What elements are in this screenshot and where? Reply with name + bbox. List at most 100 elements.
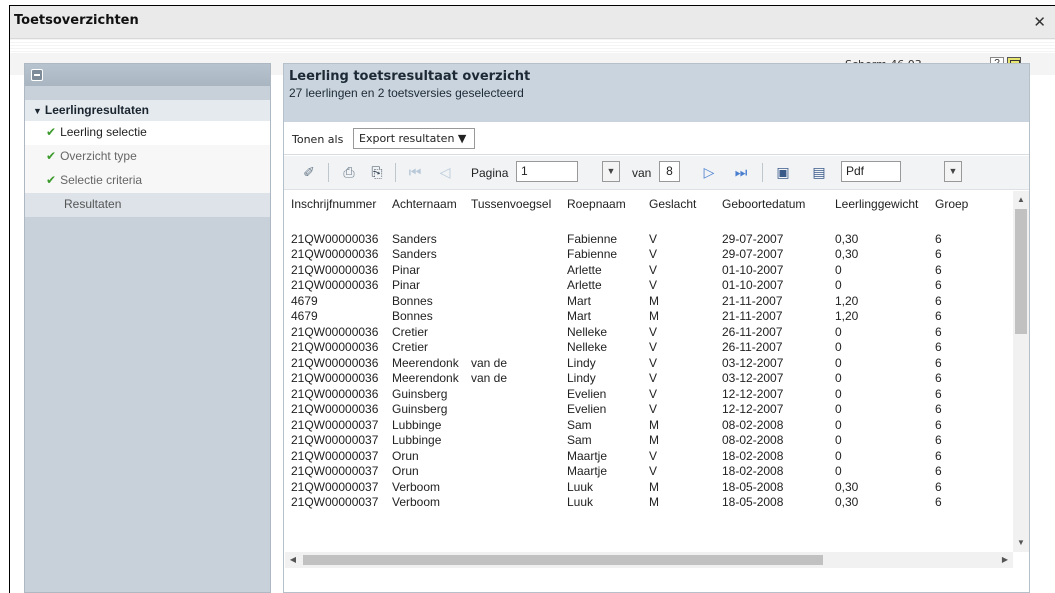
sidebar-section-leerlingresultaten[interactable]: ▼ Leerlingresultaten (25, 100, 270, 121)
toolbar-separator (328, 163, 329, 182)
table-row[interactable]: 21QW00000037 Orun Maartje V 18-02-2008 0 6 (285, 449, 985, 465)
report-toolbar: ✐ ⎙ ⎘ ⏮ ◁ Pagina 1 ▼ van 8 ▷ ⏭ ▣ ▤ Pdf ▼ (284, 156, 1029, 190)
table-row[interactable]: 21QW00000036 Cretier Nelleke V 26-11-2007 0 6 (285, 340, 985, 356)
table-cell: M (649, 495, 659, 510)
table-cell (471, 433, 567, 449)
table-cell (471, 480, 567, 496)
title-stripe (10, 39, 1055, 53)
table-cell (471, 325, 567, 341)
table-cell: Lindy (567, 371, 596, 386)
chevron-down-icon[interactable]: ▼ (944, 161, 962, 182)
column-header[interactable]: Geboortedatum (722, 191, 835, 216)
column-header[interactable]: Tussenvoegsel (471, 191, 567, 216)
collapse-icon[interactable] (31, 69, 43, 81)
table-cell: Fabienne (567, 247, 618, 262)
table-cell: Orun (392, 448, 419, 463)
table-cell: V (649, 464, 658, 479)
table-cell: 6 (935, 324, 942, 339)
sidebar-item-overzicht-type[interactable]: ✔ Overzicht type (25, 145, 270, 169)
table-cell: 0,30 (835, 479, 859, 494)
table-cell: V (649, 402, 658, 417)
table-cell: Verboom (392, 479, 441, 494)
table-row[interactable]: 21QW00000036 Guinsberg Evelien V 12-12-2007 0… (285, 387, 985, 403)
table-spacer-row (285, 216, 985, 232)
sidebar-item-selectie-criteria[interactable]: ✔ Selectie criteria (25, 169, 270, 193)
table-cell: V (649, 386, 658, 401)
table-row[interactable]: 21QW00000036 Sanders Fabienne V 29-07-2007 0,… (285, 247, 985, 263)
export-format-select[interactable]: Pdf (841, 161, 901, 182)
scroll-left-icon[interactable]: ◀ (285, 552, 301, 568)
table-row[interactable]: 21QW00000036 Meerendonk van de Lindy V 03-12-… (285, 371, 985, 387)
sidebar-item-leerling-selectie[interactable]: ✔ Leerling selectie (25, 121, 270, 145)
table-row[interactable]: 21QW00000036 Meerendonk van de Lindy V 03-12-… (285, 356, 985, 372)
table-row[interactable]: 4679 Bonnes Mart M 21-11-2007 1,20 6 (285, 294, 985, 310)
table-cell: 0 (835, 324, 842, 339)
table-cell: V (649, 231, 658, 246)
table-cell: Cretier (392, 340, 429, 355)
column-header[interactable]: Leerlinggewicht (835, 191, 935, 216)
vertical-scrollbar[interactable]: ▲ ▼ (1013, 191, 1029, 552)
previous-page-icon[interactable]: ◁ (436, 164, 454, 180)
column-header[interactable]: Roepnaam (567, 191, 649, 216)
last-page-icon[interactable]: ⏭ (732, 164, 750, 180)
table-cell: 21QW00000036 (291, 247, 379, 262)
table-cell: 6 (935, 386, 942, 401)
next-page-icon[interactable]: ▷ (700, 164, 718, 180)
eraser-icon[interactable]: ✐ (300, 164, 318, 180)
sidebar-panel: ▼ Leerlingresultaten ✔ Leerling selectie ✔… (24, 63, 271, 593)
vertical-scroll-thumb[interactable] (1015, 209, 1027, 334)
table-row[interactable]: 4679 Bonnes Mart M 21-11-2007 1,20 6 (285, 309, 985, 325)
sidebar-item-resultaten[interactable]: Resultaten (25, 193, 270, 217)
table-cell (471, 449, 567, 465)
table-cell: 03-12-2007 (722, 355, 784, 370)
table-row[interactable]: 21QW00000037 Lubbinge Sam M 08-02-2008 0 6 (285, 418, 985, 434)
table-cell: Maartje (567, 464, 608, 479)
print-icon[interactable]: ⎙ (340, 164, 358, 180)
view-mode-select[interactable]: Export resultaten ▼ (353, 128, 475, 149)
table-row[interactable]: 21QW00000036 Sanders Fabienne V 29-07-2007 0,… (285, 232, 985, 248)
print-settings-icon[interactable]: ⎘ (368, 164, 386, 180)
table-row[interactable]: 21QW00000036 Guinsberg Evelien V 12-12-2007 0… (285, 402, 985, 418)
column-header[interactable]: Groep (935, 191, 985, 216)
table-cell (471, 418, 567, 434)
table-row[interactable]: 21QW00000036 Pinar Arlette V 01-10-2007 0 6 (285, 278, 985, 294)
table-cell: 21QW00000036 (291, 386, 379, 401)
close-icon[interactable]: ✕ (1033, 13, 1046, 31)
table-row[interactable]: 21QW00000037 Lubbinge Sam M 08-02-2008 0 6 (285, 433, 985, 449)
table-row[interactable]: 21QW00000036 Pinar Arlette V 01-10-2007 0 6 (285, 263, 985, 279)
page-number-input[interactable]: 1 (516, 161, 578, 182)
horizontal-scroll-thumb[interactable] (303, 555, 823, 565)
table-cell: 21QW00000036 (291, 340, 379, 355)
table-cell: 29-07-2007 (722, 231, 784, 246)
scroll-down-icon[interactable]: ▼ (1013, 536, 1029, 550)
table-cell: Bonnes (392, 293, 433, 308)
scroll-up-icon[interactable]: ▲ (1013, 193, 1029, 207)
first-page-icon[interactable]: ⏮ (406, 164, 424, 180)
table-cell: V (649, 324, 658, 339)
column-header[interactable]: Achternaam (392, 191, 471, 216)
table-cell: M (649, 433, 659, 448)
chevron-down-icon[interactable]: ▼ (602, 161, 620, 182)
table-cell: 29-07-2007 (722, 247, 784, 262)
table-cell: 26-11-2007 (722, 340, 783, 355)
table-row[interactable]: 21QW00000037 Verboom Luuk M 18-05-2008 0,30 6 (285, 495, 985, 511)
sidebar-header (25, 64, 270, 86)
horizontal-scrollbar[interactable]: ◀ ▶ (285, 552, 1013, 568)
table-cell: Luuk (567, 495, 594, 510)
checkmark-icon: ✔ (46, 125, 57, 139)
table-row[interactable]: 21QW00000037 Orun Maartje V 18-02-2008 0 6 (285, 464, 985, 480)
table-cell: 6 (935, 495, 942, 510)
results-table-wrap: Inschrijfnummer Achternaam Tussenvoegsel… (285, 191, 1012, 552)
table-cell: M (649, 309, 659, 324)
save-icon[interactable]: ▣ (774, 164, 792, 180)
table-cell: M (649, 293, 659, 308)
column-header[interactable]: Inschrijfnummer (285, 191, 392, 216)
table-cell: Bonnes (392, 309, 433, 324)
table-row[interactable]: 21QW00000037 Verboom Luuk M 18-05-2008 0,30 6 (285, 480, 985, 496)
column-header[interactable]: Geslacht (649, 191, 722, 216)
scroll-right-icon[interactable]: ▶ (997, 552, 1013, 568)
table-cell: 12-12-2007 (722, 386, 784, 401)
table-row[interactable]: 21QW00000036 Cretier Nelleke V 26-11-2007 0 6 (285, 325, 985, 341)
checkmark-icon: ✔ (46, 149, 57, 163)
save-as-icon[interactable]: ▤ (810, 164, 828, 180)
